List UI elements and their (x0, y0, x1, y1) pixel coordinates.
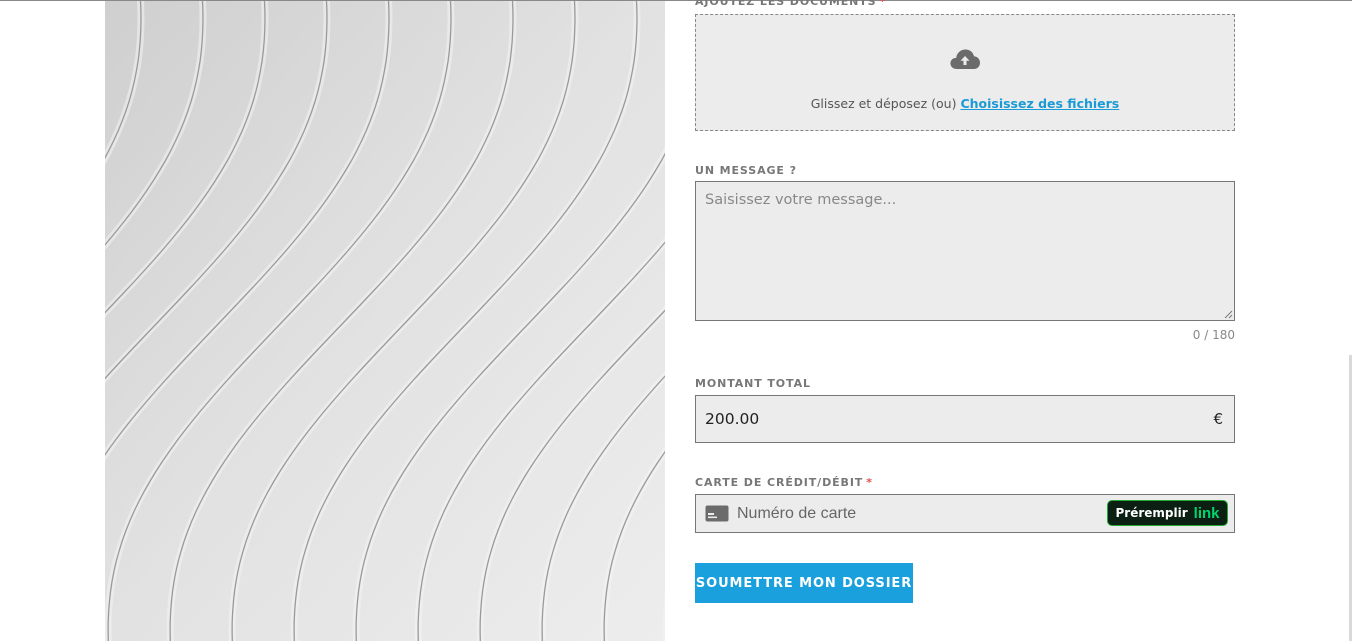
credit-card-icon (705, 505, 729, 522)
currency-symbol: € (1213, 410, 1223, 428)
amount-label: MONTANT TOTAL (695, 377, 811, 390)
choose-files-link[interactable]: Choisissez des fichiers (960, 96, 1119, 111)
resize-handle-icon[interactable] (1224, 310, 1233, 319)
amount-value: 200.00 (705, 410, 760, 428)
required-mark: * (879, 0, 887, 8)
prefill-label: Préremplir (1115, 506, 1188, 520)
drop-instructions: Glissez et déposez (ou) (810, 96, 957, 111)
file-dropzone[interactable]: Glissez et déposez (ou) Choisissez des f… (695, 14, 1235, 131)
submit-button[interactable]: SOUMETTRE MON DOSSIER (695, 563, 913, 603)
message-label: UN MESSAGE ? (695, 164, 797, 177)
character-counter: 0 / 180 (1192, 328, 1235, 342)
card-number-input[interactable] (737, 503, 1097, 525)
hero-wave-image (105, 1, 665, 641)
message-textarea[interactable] (695, 181, 1235, 321)
card-field: Préremplir link (695, 494, 1235, 533)
cloud-upload-icon (950, 49, 980, 69)
amount-field[interactable]: 200.00 € (695, 395, 1235, 443)
dropzone-text: Glissez et déposez (ou) Choisissez des f… (696, 96, 1234, 111)
prefill-link-button[interactable]: Préremplir link (1107, 500, 1228, 526)
link-brand-logo: link (1193, 504, 1220, 522)
documents-label: AJOUTEZ LES DOCUMENTS * (695, 0, 886, 8)
required-mark: * (866, 476, 873, 489)
card-label: CARTE DE CRÉDIT/DÉBIT * (695, 476, 873, 489)
